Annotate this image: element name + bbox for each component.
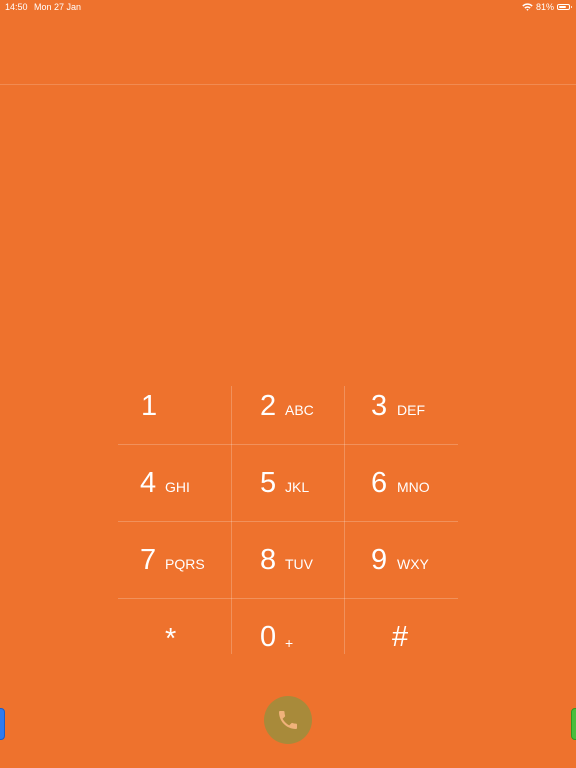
key-star[interactable]: * [118,599,231,676]
key-letters: MNO [397,479,430,495]
keypad-divider [118,598,458,599]
key-1[interactable]: 1 [118,368,231,445]
left-edge-handle[interactable] [0,708,5,740]
key-digit: 9 [371,544,388,576]
key-digit: 3 [371,390,388,422]
key-digit: 8 [260,544,277,576]
key-digit: 7 [140,544,157,576]
key-2[interactable]: 2 ABC [231,368,344,445]
key-7[interactable]: 7 PQRS [118,522,231,599]
key-0[interactable]: 0 + [231,599,344,676]
key-hash[interactable]: # [344,599,457,676]
key-3[interactable]: 3 DEF [344,368,457,445]
keypad-divider [344,386,345,654]
battery-tip [570,6,572,8]
key-8[interactable]: 8 TUV [231,522,344,599]
right-edge-handle[interactable] [571,708,576,740]
key-digit: # [392,621,409,653]
keypad-divider [231,386,232,654]
status-time: 14:50 [5,2,28,12]
key-9[interactable]: 9 WXY [344,522,457,599]
key-letters: WXY [397,556,429,572]
key-digit: 5 [260,467,277,499]
display-divider [0,84,576,85]
keypad-divider [118,521,458,522]
key-letters: JKL [285,479,310,495]
call-button[interactable] [264,696,312,744]
key-4[interactable]: 4 GHI [118,445,231,522]
key-digit: 1 [141,390,158,422]
battery-icon [557,4,572,10]
wifi-icon [522,2,533,11]
key-digit: * [165,623,177,655]
dial-keypad: 1 2 ABC 3 DEF 4 GHI 5 JKL 6 MNO 7 PQRS 8… [118,368,458,654]
key-letters: GHI [165,479,190,495]
status-date: Mon 27 Jan [34,2,82,12]
keypad-divider [118,444,458,445]
key-digit: 2 [260,390,277,422]
number-display [0,16,576,83]
key-letters: ABC [285,402,314,418]
battery-level [559,6,567,8]
battery-percent: 81% [535,2,554,12]
key-letters: TUV [285,556,313,572]
status-bar: 14:50 Mon 27 Jan 81% [0,0,576,16]
key-letters: PQRS [165,556,205,572]
key-digit: 6 [371,467,388,499]
key-letters: DEF [397,402,425,418]
phone-icon [279,711,297,729]
key-digit: 0 [260,621,277,653]
status-indicators: 81% [522,0,572,14]
key-5[interactable]: 5 JKL [231,445,344,522]
key-6[interactable]: 6 MNO [344,445,457,522]
key-letters: + [285,635,294,651]
key-digit: 4 [140,467,157,499]
